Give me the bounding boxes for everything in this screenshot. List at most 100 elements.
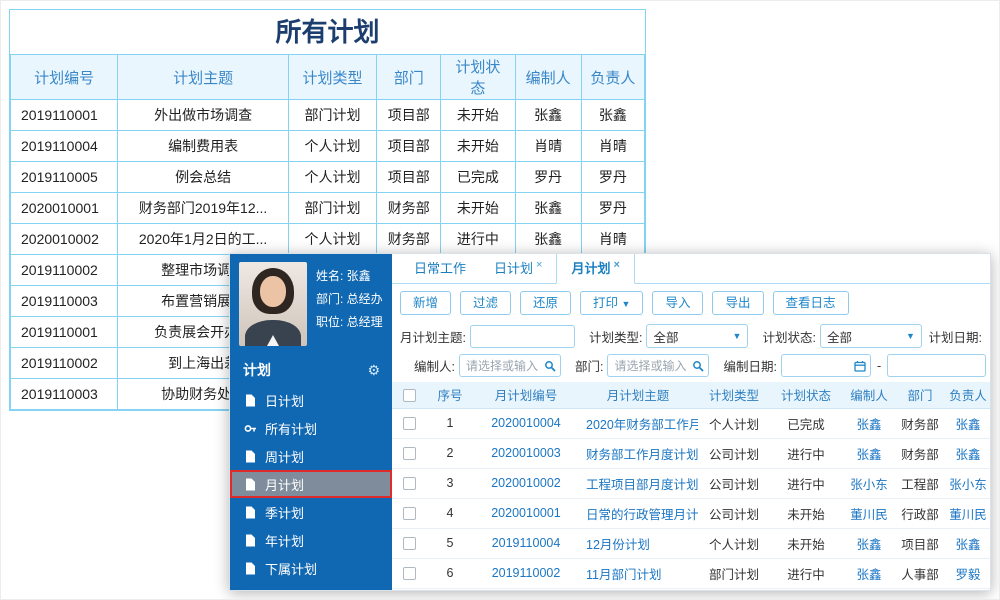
tab-day-plan[interactable]: 日计划 ×: [480, 254, 556, 283]
plan-number-cell: 2019110001: [9, 316, 119, 348]
plan-type-cell: 个人计划: [287, 161, 378, 193]
table-row[interactable]: 2019110005 例会总结 个人计划 项目部 已完成 罗丹 罗丹: [9, 161, 646, 193]
owner-link[interactable]: 张鑫: [944, 438, 990, 469]
row-checkbox[interactable]: [402, 567, 416, 581]
owner-cell: 罗丹: [580, 192, 646, 224]
plan-subject-link[interactable]: 日常的行政管理月计划: [578, 498, 698, 529]
column-header-plan-type: 计划类型: [698, 382, 770, 409]
row-checkbox[interactable]: [402, 507, 416, 521]
table-row[interactable]: 3 2020010002 工程项目部月度计划 公司计划 进行中 张小东 工程部 …: [392, 468, 990, 499]
compiler-link[interactable]: 张鑫: [842, 408, 896, 439]
compiler-link[interactable]: 张小东: [842, 468, 896, 499]
compiler-link[interactable]: 张鑫: [842, 528, 896, 559]
owner-link[interactable]: 张小东: [944, 468, 990, 499]
reset-button[interactable]: 还原: [520, 291, 572, 315]
owner-cell: 张鑫: [580, 99, 646, 131]
dept-cell: 项目部: [896, 528, 944, 559]
table-row[interactable]: 2019110001 外出做市场调查 部门计划 项目部 未开始 张鑫 张鑫: [9, 99, 646, 131]
search-icon[interactable]: [544, 360, 556, 372]
table-row[interactable]: 2020010002 2020年1月2日的工... 个人计划 财务部 进行中 张…: [9, 223, 646, 255]
sidebar-item-week-plan[interactable]: 周计划: [230, 442, 392, 470]
view-log-button[interactable]: 查看日志: [772, 291, 849, 315]
column-header-plan-type: 计划类型: [287, 54, 378, 100]
row-checkbox[interactable]: [402, 447, 416, 461]
compiler-link[interactable]: 张鑫: [842, 558, 896, 589]
plan-status-cell: 进行中: [770, 468, 842, 499]
plan-subject-link[interactable]: 12月份计划: [578, 528, 698, 559]
owner-link[interactable]: 张鑫: [944, 408, 990, 439]
column-header-compiler: 编制人: [514, 54, 582, 100]
plan-number-link[interactable]: 2020010003: [474, 438, 578, 469]
plan-number-cell: 2019110004: [9, 130, 119, 162]
table-row[interactable]: 2019110004 编制费用表 个人计划 项目部 未开始 肖晴 肖晴: [9, 130, 646, 162]
plan-status-cell: 进行中: [770, 438, 842, 469]
row-checkbox[interactable]: [402, 537, 416, 551]
table-row[interactable]: 5 2019110004 12月份计划 个人计划 未开始 张鑫 项目部 张鑫: [392, 528, 990, 559]
status-filter-label: 计划状态:: [762, 330, 816, 345]
sidebar-item-day-plan[interactable]: 日计划: [230, 386, 392, 414]
add-button[interactable]: 新增: [400, 291, 452, 315]
subject-filter-input[interactable]: [469, 324, 575, 348]
sidebar-section-plan[interactable]: 计划 ⚙: [230, 354, 392, 386]
close-icon[interactable]: ×: [613, 259, 619, 271]
type-filter-label: 计划类型:: [588, 330, 643, 345]
file-icon: [244, 562, 257, 575]
owner-link[interactable]: 罗毅: [944, 558, 990, 589]
plan-number-link[interactable]: 2020010004: [474, 408, 578, 439]
plan-type-cell: 公司计划: [698, 498, 770, 529]
owner-link[interactable]: 张鑫: [944, 528, 990, 559]
plan-number-link[interactable]: 2020010001: [474, 498, 578, 529]
chevron-down-icon: ▼: [732, 331, 742, 341]
row-checkbox[interactable]: [402, 417, 416, 431]
compiler-link[interactable]: 张鑫: [842, 438, 896, 469]
row-checkbox[interactable]: [402, 477, 416, 491]
plan-date-filter-label: 计划日期:: [928, 330, 982, 345]
subject-filter-label: 月计划主题:: [400, 330, 466, 345]
plan-number-link[interactable]: 2020010002: [474, 468, 578, 499]
table-row[interactable]: 6 2019110002 11月部门计划 部门计划 进行中 张鑫 人事部 罗毅: [392, 558, 990, 589]
sidebar-item-subordinate-plan[interactable]: 下属计划: [230, 554, 392, 582]
close-icon[interactable]: ×: [536, 259, 542, 271]
plan-number-cell: 2019110001: [9, 99, 119, 131]
sidebar-item-quarter-plan[interactable]: 季计划: [230, 498, 392, 526]
tab-daily-work[interactable]: 日常工作: [400, 254, 480, 283]
calendar-icon[interactable]: [854, 360, 866, 372]
sidebar-item-year-plan[interactable]: 年计划: [230, 526, 392, 554]
plan-number-link[interactable]: 2019110004: [474, 528, 578, 559]
select-all-checkbox[interactable]: [402, 388, 416, 402]
table-row[interactable]: 1 2020010004 2020年财务部工作月... 个人计划 已完成 张鑫 …: [392, 408, 990, 439]
sidebar-item-month-plan[interactable]: 月计划: [230, 470, 392, 498]
print-button[interactable]: 打印 ▼: [580, 291, 644, 315]
plan-subject-cell: 编制费用表: [117, 130, 289, 162]
export-button[interactable]: 导出: [712, 291, 764, 315]
plan-subject-link[interactable]: 2020年财务部工作月...: [578, 408, 698, 439]
date-range-separator: -: [876, 358, 882, 373]
owner-link[interactable]: 董川民: [944, 498, 990, 529]
compiler-link[interactable]: 董川民: [842, 498, 896, 529]
plan-type-cell: 部门计划: [287, 192, 378, 224]
import-button[interactable]: 导入: [652, 291, 704, 315]
sidebar-item-all-plans[interactable]: 所有计划: [230, 414, 392, 442]
plan-number-cell: 2019110002: [9, 254, 119, 286]
plan-number-cell: 2020010002: [9, 223, 119, 255]
table-row[interactable]: 2020010001 财务部门2019年12... 部门计划 财务部 未开始 张…: [9, 192, 646, 224]
column-header-dept: 部门: [376, 54, 442, 100]
table-row[interactable]: 4 2020010001 日常的行政管理月计划 公司计划 未开始 董川民 行政部…: [392, 498, 990, 529]
plan-subject-link[interactable]: 11月部门计划: [578, 558, 698, 589]
index-cell: 4: [426, 498, 474, 529]
compiler-cell: 张鑫: [514, 192, 582, 224]
tab-month-plan[interactable]: 月计划 ×: [556, 254, 635, 284]
plan-number-link[interactable]: 2019110002: [474, 558, 578, 589]
gear-icon[interactable]: ⚙: [367, 362, 380, 379]
compiler-filter-label: 编制人:: [414, 360, 455, 374]
filter-button[interactable]: 过滤: [460, 291, 512, 315]
table-row[interactable]: 2 2020010003 财务部工作月度计划 公司计划 进行中 张鑫 财务部 张…: [392, 438, 990, 469]
plan-subject-link[interactable]: 财务部工作月度计划: [578, 438, 698, 469]
index-cell: 2: [426, 438, 474, 469]
compile-date-end-input[interactable]: [887, 354, 986, 377]
plan-status-select[interactable]: 全部 ▼: [819, 324, 922, 348]
plan-status-cell: 已完成: [440, 161, 516, 193]
plan-type-select[interactable]: 全部 ▼: [646, 324, 749, 348]
plan-subject-link[interactable]: 工程项目部月度计划: [578, 468, 698, 499]
search-icon[interactable]: [692, 360, 705, 372]
